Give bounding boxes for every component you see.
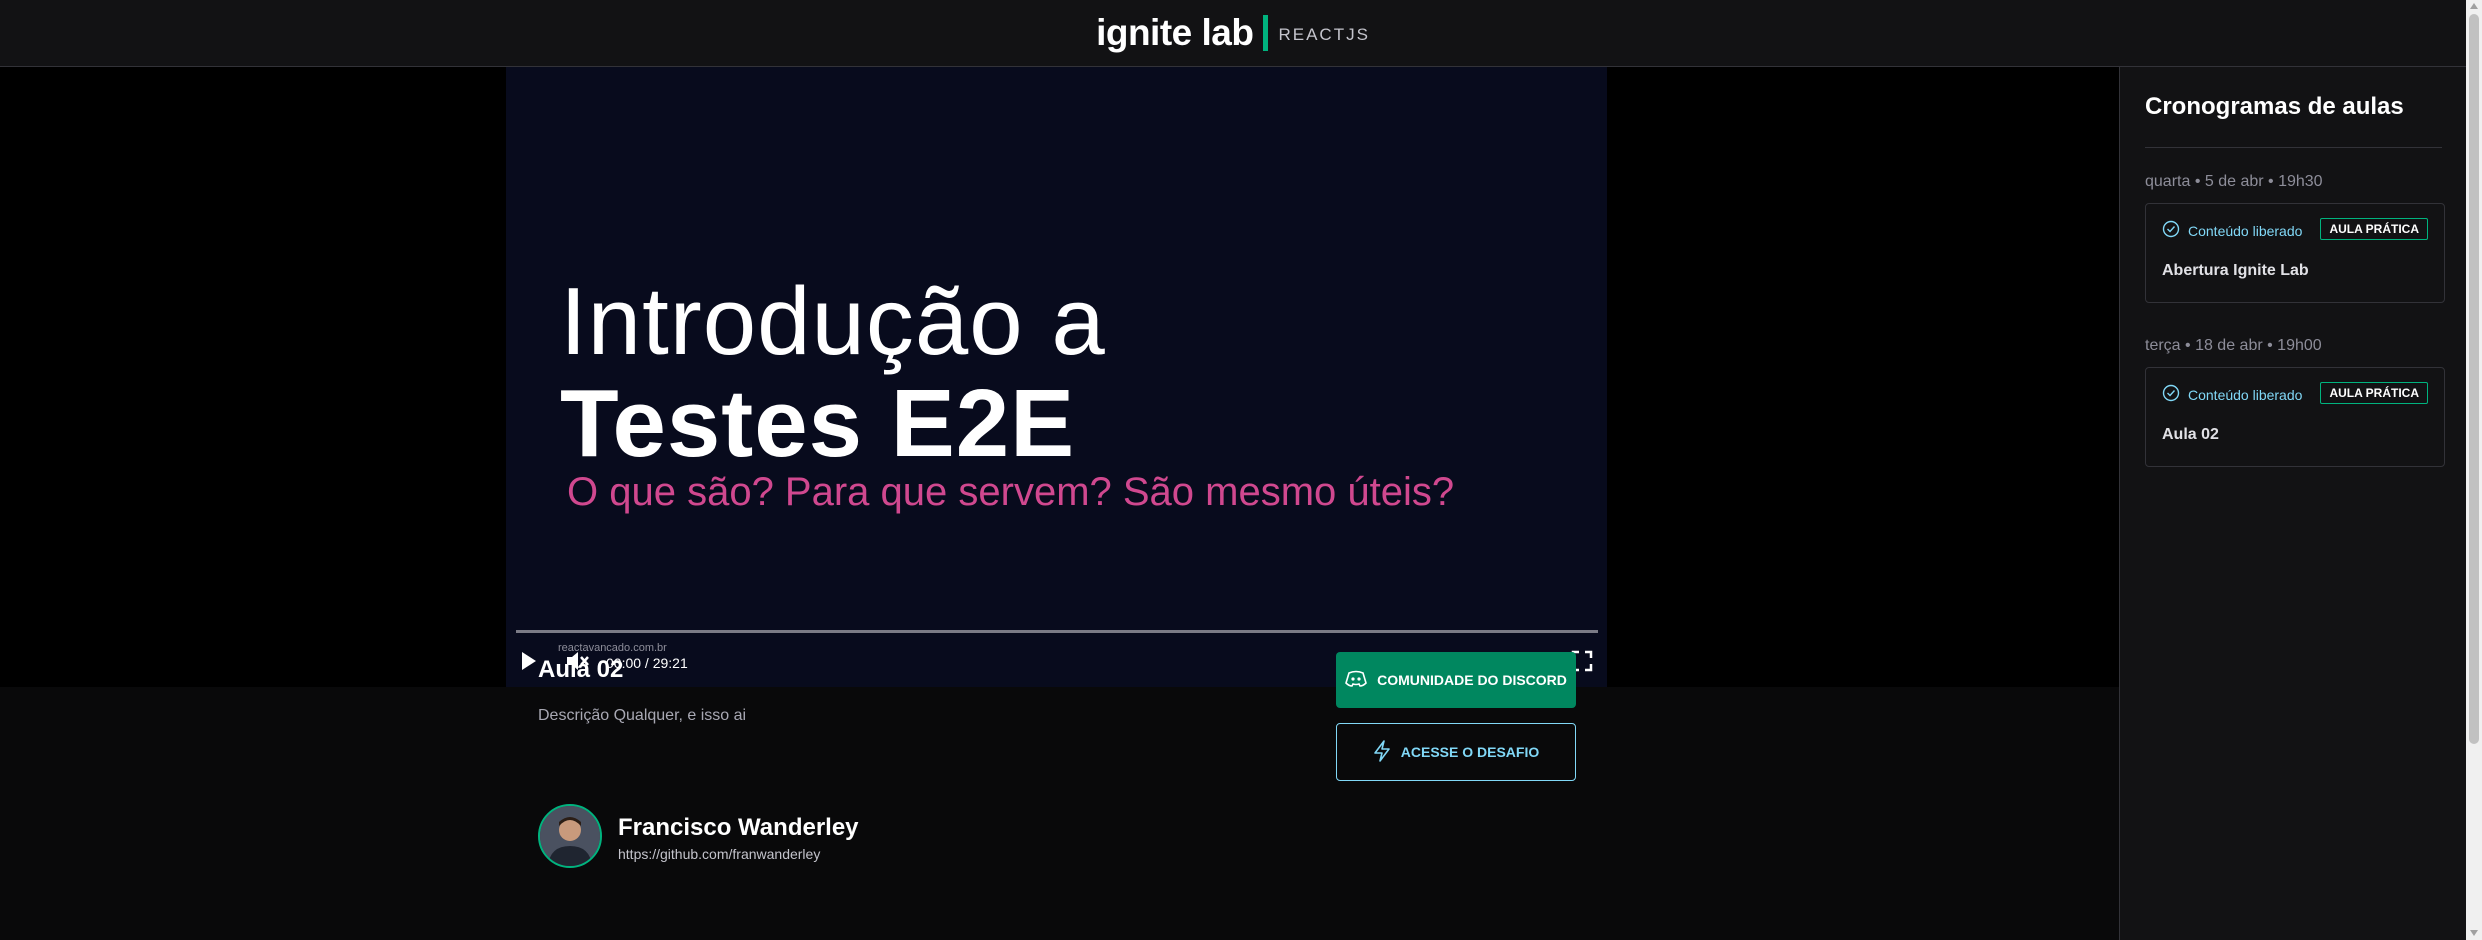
video-band: Introdução a Testes E2E O que são? Para … — [0, 67, 2119, 687]
video-title-line1: Introdução a — [560, 268, 1106, 375]
lesson-status: Conteúdo liberado — [2162, 220, 2302, 241]
sidebar-title: Cronogramas de aulas — [2145, 93, 2404, 120]
video-subtitle: O que são? Para que servem? São mesmo út… — [567, 470, 1455, 514]
lightning-icon — [1373, 739, 1391, 765]
logo-text: ignite lab — [1096, 12, 1254, 53]
page-scrollbar[interactable] — [2466, 0, 2482, 940]
lesson-card-title: Aula 02 — [2162, 426, 2219, 443]
scroll-down-icon[interactable] — [2470, 930, 2478, 936]
video-title-line2: Testes E2E — [560, 370, 1076, 477]
challenge-button-label: ACESSE O DESAFIO — [1400, 744, 1540, 760]
challenge-button[interactable]: ACESSE O DESAFIO — [1336, 723, 1576, 781]
main-content: Introdução a Testes E2E O que são? Para … — [0, 67, 2119, 940]
video-player[interactable]: Introdução a Testes E2E O que são? Para … — [506, 67, 1607, 687]
scrollbar-thumb[interactable] — [2469, 14, 2479, 744]
lesson-type-badge: AULA PRÁTICA — [2320, 382, 2428, 404]
schedule-sidebar: Cronogramas de aulas quarta • 5 de abr •… — [2119, 67, 2466, 940]
lesson-date: quarta • 5 de abr • 19h30 — [2145, 173, 2323, 190]
lesson-status-label: Conteúdo liberado — [2188, 222, 2303, 239]
lesson-status-label: Conteúdo liberado — [2188, 386, 2303, 403]
logo[interactable]: ignite lab REACTJS — [1096, 12, 1370, 54]
lesson-card-abertura[interactable]: Conteúdo liberado AULA PRÁTICA Abertura … — [2145, 203, 2445, 303]
check-circle-icon — [2162, 384, 2180, 405]
logo-divider — [1263, 15, 1269, 51]
discord-community-button[interactable]: COMUNIDADE DO DISCORD — [1336, 652, 1576, 708]
lesson-card-title: Abertura Ignite Lab — [2162, 262, 2309, 279]
lesson-title: Aula 02 — [538, 656, 624, 683]
lesson-date: terça • 18 de abr • 19h00 — [2145, 337, 2322, 354]
logo-subtitle: REACTJS — [1278, 25, 1370, 44]
author-name: Francisco Wanderley — [618, 814, 859, 841]
play-icon[interactable] — [520, 651, 538, 676]
app-header: ignite lab REACTJS — [0, 0, 2466, 67]
discord-icon — [1345, 670, 1368, 691]
video-progress-bar[interactable] — [516, 630, 1598, 633]
lesson-type-badge: AULA PRÁTICA — [2320, 218, 2428, 240]
author-github-link[interactable]: https://github.com/franwanderley — [618, 846, 820, 862]
lesson-description: Descrição Qualquer, e isso ai — [538, 707, 747, 724]
discord-button-label: COMUNIDADE DO DISCORD — [1377, 672, 1567, 688]
author-avatar — [538, 804, 602, 868]
check-circle-icon — [2162, 220, 2180, 241]
lesson-card-aula-02[interactable]: Conteúdo liberado AULA PRÁTICA Aula 02 — [2145, 367, 2445, 467]
lesson-status: Conteúdo liberado — [2162, 384, 2302, 405]
sidebar-divider — [2145, 147, 2442, 148]
scroll-up-icon[interactable] — [2470, 3, 2478, 9]
